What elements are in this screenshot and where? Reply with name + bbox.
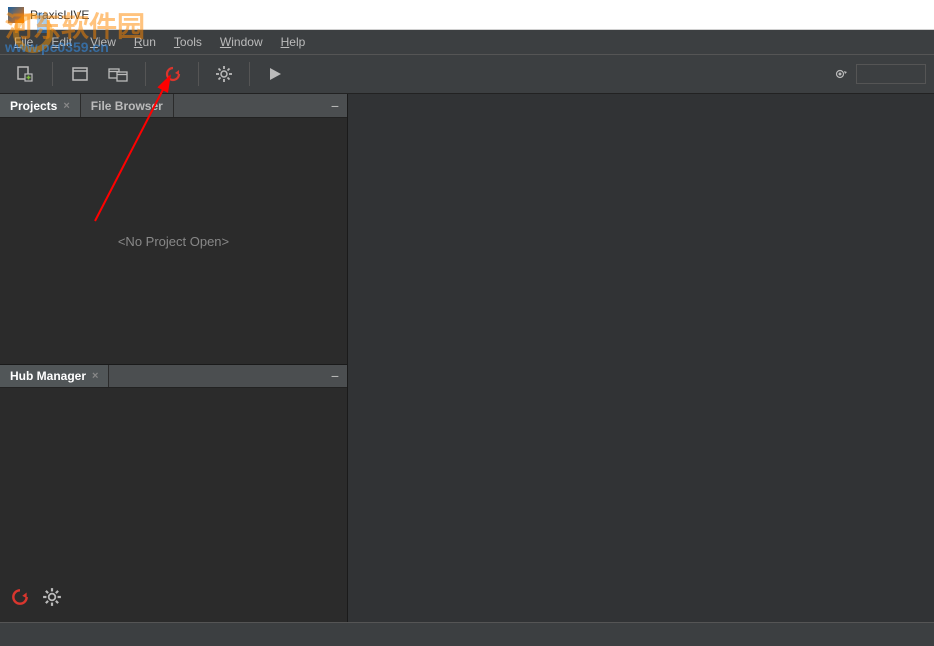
toolbar-separator: [249, 62, 250, 86]
statusbar: [0, 622, 934, 646]
target-icon: [833, 67, 847, 81]
new-project-button[interactable]: [63, 59, 97, 89]
menu-run[interactable]: Run: [126, 33, 164, 51]
close-icon[interactable]: ×: [92, 370, 98, 382]
play-button[interactable]: [258, 59, 292, 89]
projects-panel-tabs: Projects × File Browser −: [0, 94, 347, 118]
hub-toolbar: [10, 587, 62, 612]
hub-panel-body: [0, 388, 347, 622]
restart-icon: [164, 65, 182, 83]
toolbar: [0, 54, 934, 94]
close-icon[interactable]: ×: [63, 100, 69, 112]
search-target-button[interactable]: [828, 59, 852, 89]
tab-spacer: −: [109, 365, 347, 387]
hub-restart-button[interactable]: [10, 587, 30, 612]
app-icon: [8, 7, 24, 23]
search-input[interactable]: [856, 64, 926, 84]
menu-view[interactable]: View: [82, 33, 124, 51]
minimize-panel-button[interactable]: −: [331, 98, 339, 114]
left-panel: Projects × File Browser − <No Project Op…: [0, 94, 348, 622]
open-project-button[interactable]: [101, 59, 135, 89]
toolbar-separator: [52, 62, 53, 86]
menubar: File Edit View Run Tools Window Help: [0, 30, 934, 54]
tab-label: Projects: [10, 99, 57, 113]
menu-window[interactable]: Window: [212, 33, 271, 51]
new-file-icon: [16, 65, 34, 83]
new-file-button[interactable]: [8, 59, 42, 89]
settings-button[interactable]: [207, 59, 241, 89]
menu-edit[interactable]: Edit: [43, 33, 80, 51]
tab-label: Hub Manager: [10, 369, 86, 383]
menu-help[interactable]: Help: [273, 33, 314, 51]
windows-icon: [108, 65, 128, 83]
window-icon: [71, 65, 89, 83]
play-icon: [267, 66, 283, 82]
hub-panel-tabs: Hub Manager × −: [0, 364, 347, 388]
minimize-panel-button[interactable]: −: [331, 368, 339, 384]
gear-icon: [215, 65, 233, 83]
menu-file[interactable]: File: [6, 33, 41, 51]
editor-area: [348, 94, 934, 622]
hub-settings-button[interactable]: [42, 587, 62, 612]
tab-file-browser[interactable]: File Browser: [81, 94, 174, 117]
tab-hub-manager[interactable]: Hub Manager ×: [0, 365, 109, 387]
window-title: PraxisLIVE: [30, 8, 89, 22]
menu-tools[interactable]: Tools: [166, 33, 210, 51]
tab-spacer: −: [174, 94, 347, 117]
window-titlebar: PraxisLIVE: [0, 0, 934, 30]
tab-projects[interactable]: Projects ×: [0, 94, 81, 117]
main-area: Projects × File Browser − <No Project Op…: [0, 94, 934, 622]
projects-panel-body: <No Project Open>: [0, 118, 347, 364]
no-project-text: <No Project Open>: [118, 234, 229, 249]
toolbar-separator: [145, 62, 146, 86]
gear-icon: [42, 587, 62, 607]
restart-icon: [10, 587, 30, 607]
toolbar-separator: [198, 62, 199, 86]
restart-button[interactable]: [156, 59, 190, 89]
tab-label: File Browser: [91, 99, 163, 113]
